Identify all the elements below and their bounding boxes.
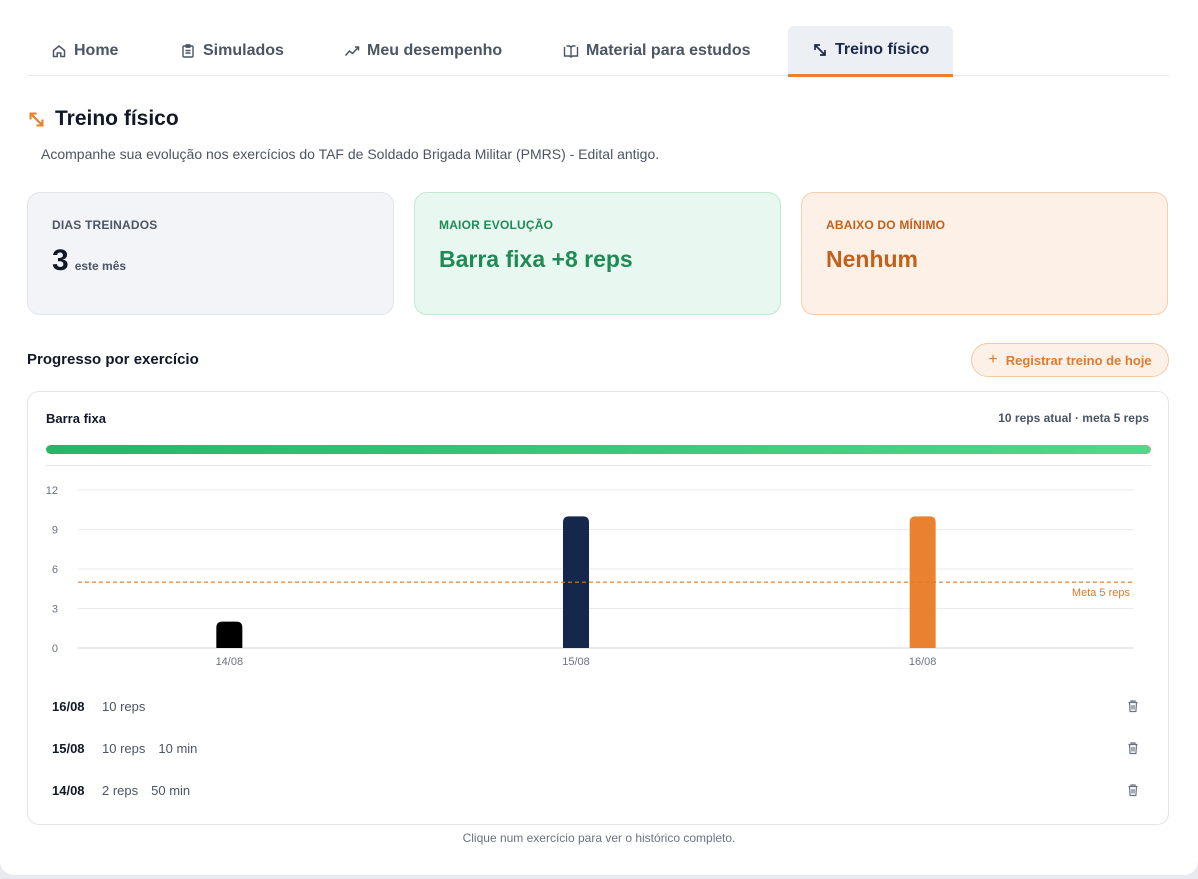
exercise-panel[interactable]: Barra fixa 10 reps atual · meta 5 reps 0… xyxy=(27,391,1169,825)
footer-hint: Clique num exercício para ver o históric… xyxy=(462,831,736,845)
tab-treino-fisico[interactable]: Treino físico xyxy=(788,26,954,77)
history-row[interactable]: 16/08 10 reps xyxy=(28,685,1168,727)
history-value: 2 reps xyxy=(102,782,139,798)
tab-label: Home xyxy=(74,42,119,59)
main-tabs: Home Simulados Meu desempenho Material p… xyxy=(27,26,1169,77)
page-subtitle: Acompanhe sua evolução nos exercícios do… xyxy=(41,146,660,162)
card-value: Barra fixa +8 reps xyxy=(439,246,633,272)
tab-label: Treino físico xyxy=(835,41,930,58)
expand-arrows-icon xyxy=(29,111,44,127)
treino-page: Home Simulados Meu desempenho Material p… xyxy=(0,0,1198,875)
trash-icon[interactable] xyxy=(1126,783,1140,797)
history-value: 10 reps xyxy=(102,698,146,714)
below-minimum-card: Abaixo do mínimo Nenhum xyxy=(801,192,1168,315)
clipboard-icon xyxy=(182,44,194,58)
trend-icon xyxy=(344,46,360,56)
register-label: Registrar treino de hoje xyxy=(1005,352,1152,368)
days-value-row: 3 este mês xyxy=(52,244,369,278)
page-title: Treino físico xyxy=(55,107,179,130)
exercise-name: Barra fixa xyxy=(46,411,106,426)
tab-home[interactable]: Home xyxy=(27,26,142,76)
page-header: Treino físico xyxy=(27,107,179,131)
exercise-progress-bar xyxy=(46,445,1151,454)
book-icon xyxy=(563,45,579,58)
goal-label: Meta 5 reps xyxy=(1072,587,1131,599)
x-tick-label: 14/08 xyxy=(216,656,244,668)
y-tick-label: 6 xyxy=(52,564,58,576)
history-value: 50 min xyxy=(151,782,191,798)
history-date: 15/08 xyxy=(52,740,85,756)
card-value: Nenhum xyxy=(826,246,918,272)
x-tick-label: 15/08 xyxy=(562,656,590,668)
exercise-progress-fill xyxy=(46,445,1151,454)
section-title: Progresso por exercício xyxy=(27,351,199,368)
y-tick-label: 0 xyxy=(52,643,58,655)
tab-material[interactable]: Material para estudos xyxy=(539,26,775,76)
history-value: 10 reps xyxy=(102,740,146,756)
panel-divider xyxy=(46,465,1151,466)
y-tick-label: 3 xyxy=(52,604,58,616)
history-list: 16/08 10 reps 15/08 10 reps 10 min 14/08 2 rep… xyxy=(28,685,1168,811)
tab-label: Meu desempenho xyxy=(367,42,503,59)
trash-icon[interactable] xyxy=(1126,741,1140,755)
days-trained-card: Dias treinados 3 este mês xyxy=(27,192,394,315)
history-date: 16/08 xyxy=(52,698,85,714)
history-date: 14/08 xyxy=(52,782,85,798)
card-label: Maior evolução xyxy=(439,218,554,232)
exercise-meta: 10 reps atual · meta 5 reps xyxy=(998,411,1149,425)
y-tick-label: 12 xyxy=(46,485,58,497)
tab-simulados[interactable]: Simulados xyxy=(156,26,308,76)
y-tick-label: 9 xyxy=(52,525,58,537)
tab-label: Simulados xyxy=(203,42,284,59)
x-tick-label: 16/08 xyxy=(909,656,937,668)
history-row[interactable]: 14/08 2 reps 50 min xyxy=(28,769,1168,811)
trash-icon[interactable] xyxy=(1126,699,1140,713)
card-label: Dias treinados xyxy=(52,218,158,232)
bar xyxy=(216,621,243,648)
best-evolution-card: Maior evolução Barra fixa +8 reps xyxy=(414,192,781,315)
tab-label: Material para estudos xyxy=(586,42,751,59)
card-label: Abaixo do mínimo xyxy=(826,218,946,232)
history-row[interactable]: 15/08 10 reps 10 min xyxy=(28,727,1168,769)
tab-meu-desempenho[interactable]: Meu desempenho xyxy=(320,26,526,76)
home-icon xyxy=(52,45,66,58)
register-training-button[interactable]: + Registrar treino de hoje xyxy=(971,343,1169,377)
plus-icon: + xyxy=(988,351,998,368)
days-count: 3 xyxy=(52,244,69,277)
expand-arrows-icon xyxy=(814,44,826,56)
history-value: 10 min xyxy=(158,740,198,756)
days-unit: este mês xyxy=(74,259,127,273)
exercise-chart: 0 3 6 9 12 14/08 15/08 16/08 Meta 5 reps xyxy=(46,485,1134,668)
